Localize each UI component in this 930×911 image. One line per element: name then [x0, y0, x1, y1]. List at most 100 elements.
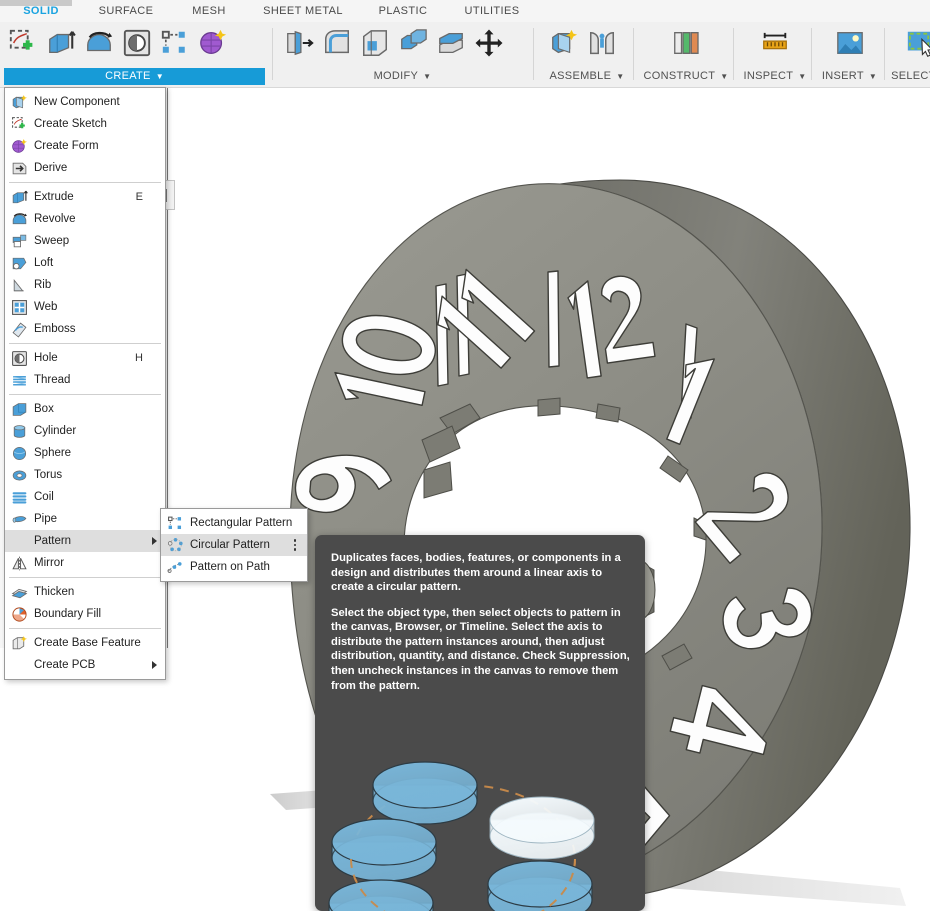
fillet-icon: [322, 28, 352, 63]
rib-icon: [11, 277, 28, 294]
menu-item-web[interactable]: Web: [5, 296, 165, 318]
menu-item-new-component[interactable]: New Component: [5, 91, 165, 113]
menu-item-hole[interactable]: Hole H: [5, 347, 165, 369]
workspace-tab-solid[interactable]: SOLID: [17, 3, 65, 25]
submenu-arrow-icon: [152, 661, 157, 669]
menu-item-extrude[interactable]: Extrude E: [5, 186, 165, 208]
panel-label-create[interactable]: CREATE ▼: [4, 68, 265, 85]
ribbon-button-select[interactable]: [901, 25, 930, 65]
ribbon-panel-assemble: ASSEMBLE ▼: [545, 22, 629, 88]
menu-item-cylinder[interactable]: Cylinder: [5, 420, 165, 442]
submenu-item-circular-pattern[interactable]: Circular Pattern: [161, 534, 307, 556]
menu-item-pattern[interactable]: Pattern: [5, 530, 165, 552]
pipe-icon: [11, 511, 28, 528]
menu-item-create-base-feature[interactable]: Create Base Feature: [5, 632, 165, 654]
menu-item-label: Rib: [34, 279, 52, 291]
panel-label-modify[interactable]: MODIFY ▼: [280, 68, 525, 85]
menu-item-loft[interactable]: Loft: [5, 252, 165, 274]
menu-item-derive[interactable]: Derive: [5, 157, 165, 179]
workspace-tab-mesh[interactable]: MESH: [185, 3, 233, 22]
menu-item-label: Boundary Fill: [34, 608, 102, 620]
menu-item-create-pcb[interactable]: Create PCB: [5, 654, 165, 676]
workspace-tab-surface[interactable]: SURFACE: [94, 3, 158, 22]
ribbon-button-construct-plane[interactable]: [667, 25, 705, 65]
panel-separator: [884, 28, 885, 80]
menu-item-emboss[interactable]: Emboss: [5, 318, 165, 340]
ribbon-button-joint[interactable]: [583, 25, 621, 65]
panel-label-inspect[interactable]: INSPECT ▼: [740, 68, 810, 85]
ribbon-button-new-component[interactable]: [545, 25, 583, 65]
ribbon-button-offset-face[interactable]: [432, 25, 470, 65]
menu-item-mirror[interactable]: Mirror: [5, 552, 165, 574]
sphere-icon: [11, 445, 28, 462]
submenu-item-rectangular-pattern[interactable]: Rectangular Pattern: [161, 512, 307, 534]
workspace-tabstrip: SOLID SURFACE MESH SHEET METAL PLASTIC UTILIT…: [0, 0, 930, 25]
ribbon-button-create-form[interactable]: [194, 25, 232, 65]
submenu-item-pattern-on-path[interactable]: Pattern on Path: [161, 556, 307, 578]
menu-item-label: Sweep: [34, 235, 70, 247]
ribbon-button-press-pull[interactable]: [280, 25, 318, 65]
pattern-disc-instance: [372, 761, 478, 825]
menu-item-label: Extrude: [34, 191, 74, 203]
menu-item-boundary-fill[interactable]: Boundary Fill: [5, 603, 165, 625]
pattern-disc-instance: [328, 879, 434, 911]
circular-pattern-tooltip: Duplicates faces, bodies, features, or c…: [315, 535, 645, 911]
menu-item-label: Create Form: [34, 140, 99, 152]
revolve-icon: [84, 28, 114, 63]
ribbon-button-move-copy[interactable]: [470, 25, 508, 65]
tooltip-paragraph: Select the object type, then select obje…: [331, 606, 630, 692]
menu-item-box[interactable]: Box: [5, 398, 165, 420]
panel-label-assemble[interactable]: ASSEMBLE ▼: [545, 68, 629, 85]
ribbon-panel-construct: CONSTRUCT ▼: [640, 22, 732, 88]
new-component-icon: [11, 94, 28, 111]
ribbon-button-measure[interactable]: [756, 25, 794, 65]
ribbon-button-shell[interactable]: [356, 25, 394, 65]
workspace-tab-plastic[interactable]: PLASTIC: [375, 3, 431, 22]
menu-item-thicken[interactable]: Thicken: [5, 581, 165, 603]
ribbon-button-fillet[interactable]: [318, 25, 356, 65]
menu-item-rib[interactable]: Rib: [5, 274, 165, 296]
boundary-fill-icon: [11, 606, 28, 623]
menu-item-label: New Component: [34, 96, 120, 108]
menu-item-sphere[interactable]: Sphere: [5, 442, 165, 464]
box-icon: [11, 401, 28, 418]
ribbon-button-hole[interactable]: [118, 25, 156, 65]
menu-item-thread[interactable]: Thread: [5, 369, 165, 391]
ribbon-button-rectangular-pattern[interactable]: [156, 25, 194, 65]
overflow-menu-icon[interactable]: [289, 539, 301, 551]
ribbon-toolbar: CREATE ▼ MODIFY ▼ ASSEMBLE ▼ CONSTRUCT ▼ INSPECT…: [0, 22, 930, 88]
panel-label-insert[interactable]: INSERT ▼: [818, 68, 881, 85]
menu-item-sweep[interactable]: Sweep: [5, 230, 165, 252]
panel-label-construct[interactable]: CONSTRUCT ▼: [640, 68, 732, 85]
loft-icon: [11, 255, 28, 272]
panel-label-select[interactable]: SELECT▼: [889, 68, 930, 85]
menu-item-coil[interactable]: Coil: [5, 486, 165, 508]
menu-item-label: Thread: [34, 374, 71, 386]
ribbon-button-insert-image[interactable]: [831, 25, 869, 65]
menu-item-revolve[interactable]: Revolve: [5, 208, 165, 230]
pattern-on-path-icon: [167, 559, 184, 576]
menu-item-create-sketch[interactable]: Create Sketch: [5, 113, 165, 135]
fusion360-window: BROWSER SOLIDSURFACEMESHSHEET METALPLAST…: [0, 0, 930, 911]
menu-item-label: Emboss: [34, 323, 76, 335]
circular-pattern-icon: [167, 537, 184, 554]
menu-item-label: Web: [34, 301, 58, 313]
combine-icon: [398, 28, 428, 63]
menu-item-label: Pattern: [34, 535, 72, 547]
ribbon-button-combine[interactable]: [394, 25, 432, 65]
menu-item-label: Sphere: [34, 447, 72, 459]
ribbon-button-create-sketch[interactable]: [4, 25, 42, 65]
ribbon-button-extrude[interactable]: [42, 25, 80, 65]
workspace-tab-sheet-metal[interactable]: SHEET METAL: [258, 3, 348, 22]
ribbon-button-revolve[interactable]: [80, 25, 118, 65]
menu-item-torus[interactable]: Torus: [5, 464, 165, 486]
chevron-down-icon: ▼: [868, 72, 878, 81]
create-dropdown-menu[interactable]: New Component Create Sketch Create Form Der…: [4, 87, 166, 680]
menu-item-create-form[interactable]: Create Form: [5, 135, 165, 157]
menu-item-pipe[interactable]: Pipe: [5, 508, 165, 530]
workspace-tab-utilities[interactable]: UTILITIES: [460, 3, 524, 22]
menu-item-label: Cylinder: [34, 425, 77, 437]
submenu-arrow-icon: [152, 537, 157, 545]
pattern-submenu[interactable]: Rectangular Pattern Circular Pattern Patte…: [160, 508, 308, 582]
menu-item-shortcut: E: [135, 191, 143, 203]
